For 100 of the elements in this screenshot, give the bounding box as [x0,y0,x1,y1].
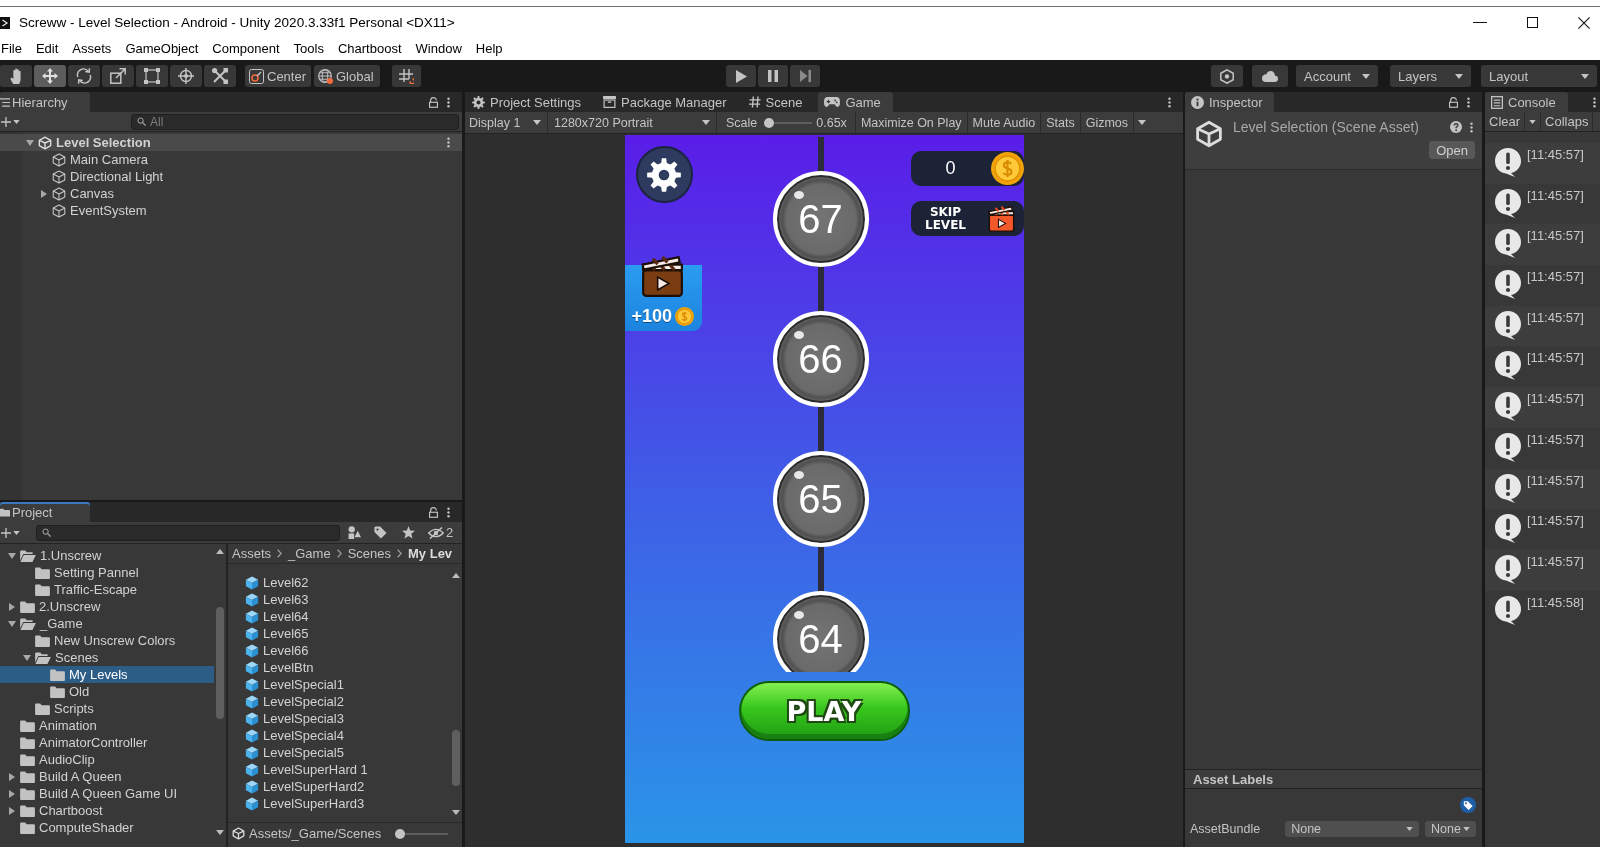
layout-dropdown[interactable]: Layout [1481,65,1597,87]
settings-button[interactable] [635,146,693,203]
move-tool-button[interactable] [34,65,66,87]
scene-item[interactable]: Level Selection [0,134,462,151]
panel-tab[interactable]: Hierarchy [0,92,90,112]
space-button[interactable]: Global [314,65,380,87]
hierarchy-item[interactable]: Canvas [0,185,462,202]
search-field[interactable] [36,524,340,541]
folder-item[interactable]: New Unscrew Colors [0,632,214,649]
level-button[interactable]: 64 [772,591,869,672]
console-entry[interactable]: [11:45:57] [1485,224,1600,266]
menu-item[interactable]: Chartboost [330,39,409,59]
folder-item[interactable]: _Game [0,615,214,632]
folder-item[interactable]: Scripts [0,700,214,717]
folder-item[interactable]: Build A Queen [0,768,214,785]
lock-icon[interactable] [1449,96,1458,108]
folder-item[interactable]: Old [0,683,214,700]
pause-button[interactable] [758,65,788,87]
help-icon[interactable] [1450,121,1462,133]
console-entry[interactable]: [11:45:57] [1485,509,1600,550]
folder-item[interactable]: My Levels [0,666,214,683]
folder-item[interactable]: Animation [0,717,214,734]
panel-tab[interactable]: Project [0,502,90,522]
asset-item[interactable]: LevelSpecial3 [228,710,450,727]
level-button[interactable]: 65 [772,451,869,547]
services-button[interactable] [1211,65,1243,87]
more-menu-icon[interactable] [1168,96,1171,108]
console-entry[interactable]: [11:45:57] [1485,265,1600,306]
transform-tool-button[interactable] [170,65,202,87]
console-entry[interactable]: [11:45:57] [1485,143,1600,184]
hierarchy-item[interactable]: Directional Light [0,168,462,185]
more-menu-icon[interactable] [1467,96,1470,108]
breadcrumb-link[interactable]: Scenes [347,546,392,561]
console-entry[interactable]: [11:45:57] [1485,183,1600,225]
hierarchy-item[interactable]: EventSystem [0,202,462,219]
hidden-count-button[interactable]: 2 [428,523,454,542]
scroll-up-arrow-icon[interactable] [452,573,460,578]
breadcrumb-link[interactable]: Assets [232,546,271,561]
menu-item[interactable]: Edit [28,39,66,59]
folder-item[interactable]: 1.Unscrew [0,547,214,564]
panel-tab[interactable]: Scene [742,92,815,112]
asset-item[interactable]: LevelSuperHard2 [228,778,450,795]
menu-item[interactable]: File [0,39,29,59]
clear-button[interactable]: Clear [1485,112,1526,131]
folder-item[interactable]: Build A Queen Game UI [0,785,214,802]
panel-tab[interactable]: Console [1485,92,1568,112]
rotate-tool-button[interactable] [68,65,100,87]
menu-item[interactable]: Tools [286,39,331,59]
scroll-up-arrow-icon[interactable] [216,549,224,554]
asset-item[interactable]: Level66 [228,642,450,659]
folder-item[interactable]: 2.Unscrew [0,598,214,615]
console-entry[interactable]: [11:45:57] [1485,387,1600,428]
folder-item[interactable]: Setting Pannel [0,564,214,581]
console-entry[interactable]: [11:45:57] [1485,468,1600,510]
maximize-icon[interactable] [1527,17,1538,28]
slider-thumb[interactable] [395,828,406,839]
folder-item[interactable]: Chartboost [0,802,214,819]
breadcrumb-link[interactable]: My Lev [408,546,453,561]
folder-item[interactable]: Traffic-Escape [0,581,214,598]
asset-bundle-dropdown[interactable]: None [1285,821,1420,837]
console-entry[interactable]: [11:45:57] [1485,346,1600,388]
folder-item[interactable]: AnimatorController [0,734,214,751]
cloud-button[interactable] [1252,65,1288,87]
folder-item[interactable]: Scenes [0,649,214,666]
tag-icon[interactable] [1460,797,1476,813]
breadcrumb-link[interactable]: _Game [288,546,331,561]
lock-icon[interactable] [429,96,438,108]
panel-tab[interactable]: Project Settings [466,92,594,112]
reward-video-button[interactable]: +100 [624,256,702,331]
hand-tool-button[interactable] [0,65,32,87]
folder-item[interactable]: AudioClip [0,751,214,768]
level-button[interactable]: 66 [772,311,869,407]
search-field[interactable]: All [131,113,459,130]
resolution-dropdown[interactable]: 1280x720 Portrait [551,112,717,133]
panel-tab[interactable]: Inspector [1185,92,1275,112]
more-menu-icon[interactable] [1593,96,1596,108]
menu-item[interactable]: Window [408,39,469,59]
menu-item[interactable]: GameObject [118,39,206,59]
console-entry[interactable]: [11:45:57] [1485,549,1600,591]
open-button[interactable]: Open [1429,141,1475,159]
hierarchy-item[interactable]: Main Camera [0,151,462,168]
collapse-button[interactable]: Collaps [1541,112,1594,131]
pivot-button[interactable]: Center [245,65,311,87]
asset-item[interactable]: Level65 [228,625,450,642]
tag-icon[interactable] [374,526,387,539]
asset-item[interactable]: LevelSpecial2 [228,693,450,710]
panel-tab[interactable]: Game [818,92,893,112]
more-menu-icon[interactable] [447,506,450,518]
lock-icon[interactable] [429,506,438,518]
layers-dropdown[interactable]: Layers [1390,65,1471,87]
console-entry[interactable]: [11:45:57] [1485,305,1600,347]
custom-tool-button[interactable] [204,65,236,87]
more-menu-icon[interactable] [1470,121,1473,133]
console-entry[interactable]: [11:45:57] [1485,427,1600,469]
grid-snap-button[interactable] [392,65,421,87]
folder-item[interactable]: ComputeShader [0,819,214,836]
asset-item[interactable]: Level63 [228,591,450,608]
asset-item[interactable]: Level62 [228,574,450,591]
account-dropdown[interactable]: Account [1296,65,1378,87]
more-menu-icon[interactable] [447,137,450,148]
